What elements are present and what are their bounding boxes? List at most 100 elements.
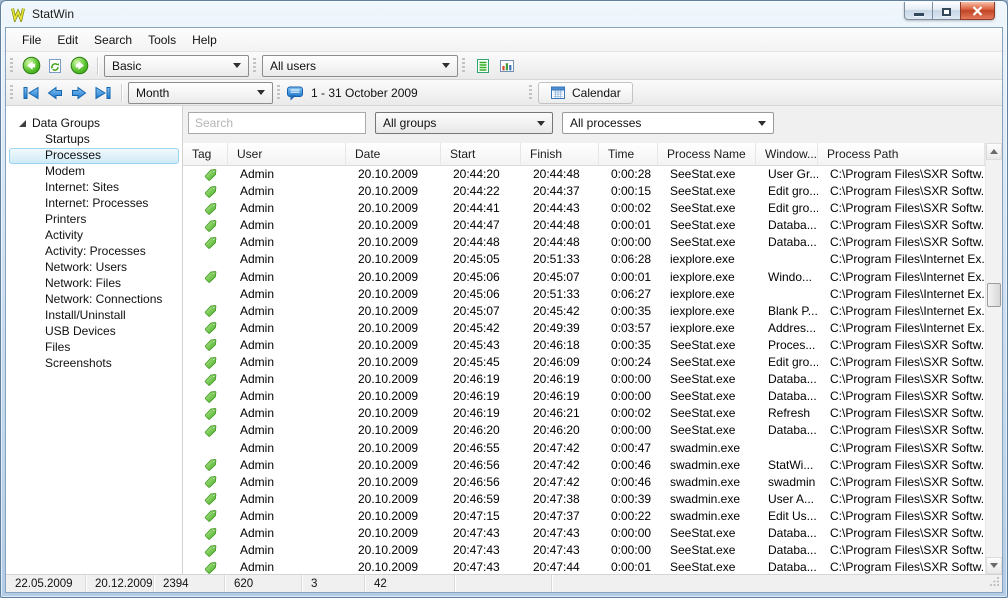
toolbar-grip[interactable] bbox=[462, 58, 465, 73]
table-row[interactable]: Admin20.10.200920:44:2220:44:370:00:15Se… bbox=[183, 183, 985, 200]
sidebar-item-data-groups[interactable]: Data Groups bbox=[6, 115, 182, 131]
report-list-button[interactable] bbox=[471, 55, 495, 77]
table-row[interactable]: Admin20.10.200920:44:4120:44:430:00:02Se… bbox=[183, 200, 985, 217]
sidebar-item-activity-processes[interactable]: Activity: Processes bbox=[9, 244, 179, 260]
tag-icon bbox=[204, 202, 217, 216]
cell-process: iexplore.exe bbox=[658, 286, 756, 303]
toolbar-grip[interactable] bbox=[253, 58, 256, 73]
scrollbar-thumb[interactable] bbox=[987, 283, 1001, 307]
process-filter-select[interactable]: All processes bbox=[562, 112, 774, 134]
minimize-button[interactable] bbox=[904, 2, 933, 20]
table-row[interactable]: Admin20.10.200920:46:5520:47:420:00:47sw… bbox=[183, 440, 985, 457]
column-header-window[interactable]: Window... bbox=[756, 143, 818, 165]
sidebar-item-processes[interactable]: Processes bbox=[9, 148, 179, 164]
table-row[interactable]: Admin20.10.200920:45:0620:45:070:00:01ie… bbox=[183, 269, 985, 286]
table-row[interactable]: Admin20.10.200920:44:2020:44:480:00:28Se… bbox=[183, 166, 985, 183]
table-row[interactable]: Admin20.10.200920:45:0520:51:330:06:28ie… bbox=[183, 251, 985, 268]
table-row[interactable]: Admin20.10.200920:46:1920:46:190:00:00Se… bbox=[183, 371, 985, 388]
table-row[interactable]: Admin20.10.200920:47:4320:47:440:00:01Se… bbox=[183, 559, 985, 574]
last-period-button[interactable] bbox=[91, 82, 115, 104]
table-row[interactable]: Admin20.10.200920:45:0620:51:330:06:27ie… bbox=[183, 286, 985, 303]
menu-tools[interactable]: Tools bbox=[140, 30, 184, 50]
report-chart-button[interactable] bbox=[495, 55, 519, 77]
column-header-start[interactable]: Start bbox=[441, 143, 521, 165]
view-mode-select[interactable]: Basic bbox=[104, 55, 249, 77]
sidebar-item-internet-processes[interactable]: Internet: Processes bbox=[9, 196, 179, 212]
table-row[interactable]: Admin20.10.200920:45:4320:46:180:00:35Se… bbox=[183, 337, 985, 354]
maximize-button[interactable] bbox=[933, 2, 960, 20]
previous-period-button[interactable] bbox=[43, 82, 67, 104]
table-row[interactable]: Admin20.10.200920:47:4320:47:430:00:00Se… bbox=[183, 525, 985, 542]
cell-window: Databa... bbox=[756, 422, 818, 439]
refresh-button[interactable] bbox=[43, 55, 67, 77]
column-header-process-name[interactable]: Process Name bbox=[658, 143, 756, 165]
toolbar-grip[interactable] bbox=[277, 85, 280, 100]
toolbar-grip[interactable] bbox=[10, 58, 13, 73]
sidebar-item-files[interactable]: Files bbox=[9, 340, 179, 356]
group-filter-select[interactable]: All groups bbox=[375, 112, 553, 134]
sidebar-item-internet-sites[interactable]: Internet: Sites bbox=[9, 180, 179, 196]
cell-time: 0:00:28 bbox=[599, 166, 658, 183]
user-filter-select[interactable]: All users bbox=[262, 55, 458, 77]
close-button[interactable] bbox=[960, 2, 995, 20]
calendar-button[interactable]: Calendar bbox=[538, 82, 633, 104]
sidebar-item-install-uninstall[interactable]: Install/Uninstall bbox=[9, 308, 179, 324]
table-row[interactable]: Admin20.10.200920:44:4720:44:480:00:01Se… bbox=[183, 217, 985, 234]
toolbar-grip[interactable] bbox=[529, 85, 532, 100]
sidebar-item-screenshots[interactable]: Screenshots bbox=[9, 356, 179, 372]
cell-finish: 20:45:07 bbox=[521, 269, 599, 286]
scroll-down-button[interactable] bbox=[986, 557, 1002, 574]
tag-cell bbox=[183, 388, 228, 405]
sidebar-item-printers[interactable]: Printers bbox=[9, 212, 179, 228]
menu-edit[interactable]: Edit bbox=[49, 30, 86, 50]
column-header-tag[interactable]: Tag bbox=[183, 143, 228, 165]
table-row[interactable]: Admin20.10.200920:46:1920:46:190:00:00Se… bbox=[183, 388, 985, 405]
sidebar-item-network-files[interactable]: Network: Files bbox=[9, 276, 179, 292]
search-input[interactable] bbox=[188, 112, 366, 134]
title-bar[interactable]: StatWin bbox=[1, 1, 1007, 26]
first-period-button[interactable] bbox=[19, 82, 43, 104]
table-row[interactable]: Admin20.10.200920:45:4520:46:090:00:24Se… bbox=[183, 354, 985, 371]
forward-icon bbox=[70, 56, 89, 75]
column-header-finish[interactable]: Finish bbox=[521, 143, 599, 165]
sidebar-item-usb-devices[interactable]: USB Devices bbox=[9, 324, 179, 340]
sidebar-item-activity[interactable]: Activity bbox=[9, 228, 179, 244]
column-header-user[interactable]: User bbox=[228, 143, 346, 165]
cell-start: 20:46:56 bbox=[441, 457, 521, 474]
table-row[interactable]: Admin20.10.200920:46:5620:47:420:00:46sw… bbox=[183, 474, 985, 491]
table-row[interactable]: Admin20.10.200920:47:4320:47:430:00:00Se… bbox=[183, 542, 985, 559]
sidebar-item-network-connections[interactable]: Network: Connections bbox=[9, 292, 179, 308]
menu-search[interactable]: Search bbox=[86, 30, 140, 50]
resize-grip-icon[interactable] bbox=[989, 576, 1000, 590]
column-header-time[interactable]: Time bbox=[599, 143, 658, 165]
scroll-up-button[interactable] bbox=[986, 143, 1002, 160]
tree-expander-icon[interactable] bbox=[19, 120, 26, 127]
table-row[interactable]: Admin20.10.200920:46:5620:47:420:00:46sw… bbox=[183, 457, 985, 474]
cell-date: 20.10.2009 bbox=[346, 354, 441, 371]
forward-button[interactable] bbox=[67, 55, 91, 77]
sidebar-item-network-users[interactable]: Network: Users bbox=[9, 260, 179, 276]
column-header-date[interactable]: Date bbox=[346, 143, 441, 165]
tag-icon bbox=[204, 509, 217, 523]
table-row[interactable]: Admin20.10.200920:47:1520:47:370:00:22sw… bbox=[183, 508, 985, 525]
menu-file[interactable]: File bbox=[14, 30, 49, 50]
table-row[interactable]: Admin20.10.200920:45:4220:49:390:03:57ie… bbox=[183, 320, 985, 337]
cell-window: Addres... bbox=[756, 320, 818, 337]
cell-user: Admin bbox=[228, 457, 346, 474]
next-period-button[interactable] bbox=[67, 82, 91, 104]
menu-help[interactable]: Help bbox=[184, 30, 225, 50]
vertical-scrollbar[interactable] bbox=[985, 143, 1002, 574]
column-header-process-path[interactable]: Process Path bbox=[818, 143, 985, 165]
period-select[interactable]: Month bbox=[128, 82, 273, 104]
table-row[interactable]: Admin20.10.200920:46:1920:46:210:00:02Se… bbox=[183, 405, 985, 422]
back-button[interactable] bbox=[19, 55, 43, 77]
table-row[interactable]: Admin20.10.200920:46:5920:47:380:00:39sw… bbox=[183, 491, 985, 508]
sidebar-item-modem[interactable]: Modem bbox=[9, 164, 179, 180]
cell-start: 20:45:42 bbox=[441, 320, 521, 337]
table-row[interactable]: Admin20.10.200920:45:0720:45:420:00:35ie… bbox=[183, 303, 985, 320]
sidebar-item-startups[interactable]: Startups bbox=[9, 132, 179, 148]
table-row[interactable]: Admin20.10.200920:46:2020:46:200:00:00Se… bbox=[183, 422, 985, 439]
cell-window: Refresh bbox=[756, 405, 818, 422]
toolbar-grip[interactable] bbox=[10, 85, 13, 100]
table-row[interactable]: Admin20.10.200920:44:4820:44:480:00:00Se… bbox=[183, 234, 985, 251]
